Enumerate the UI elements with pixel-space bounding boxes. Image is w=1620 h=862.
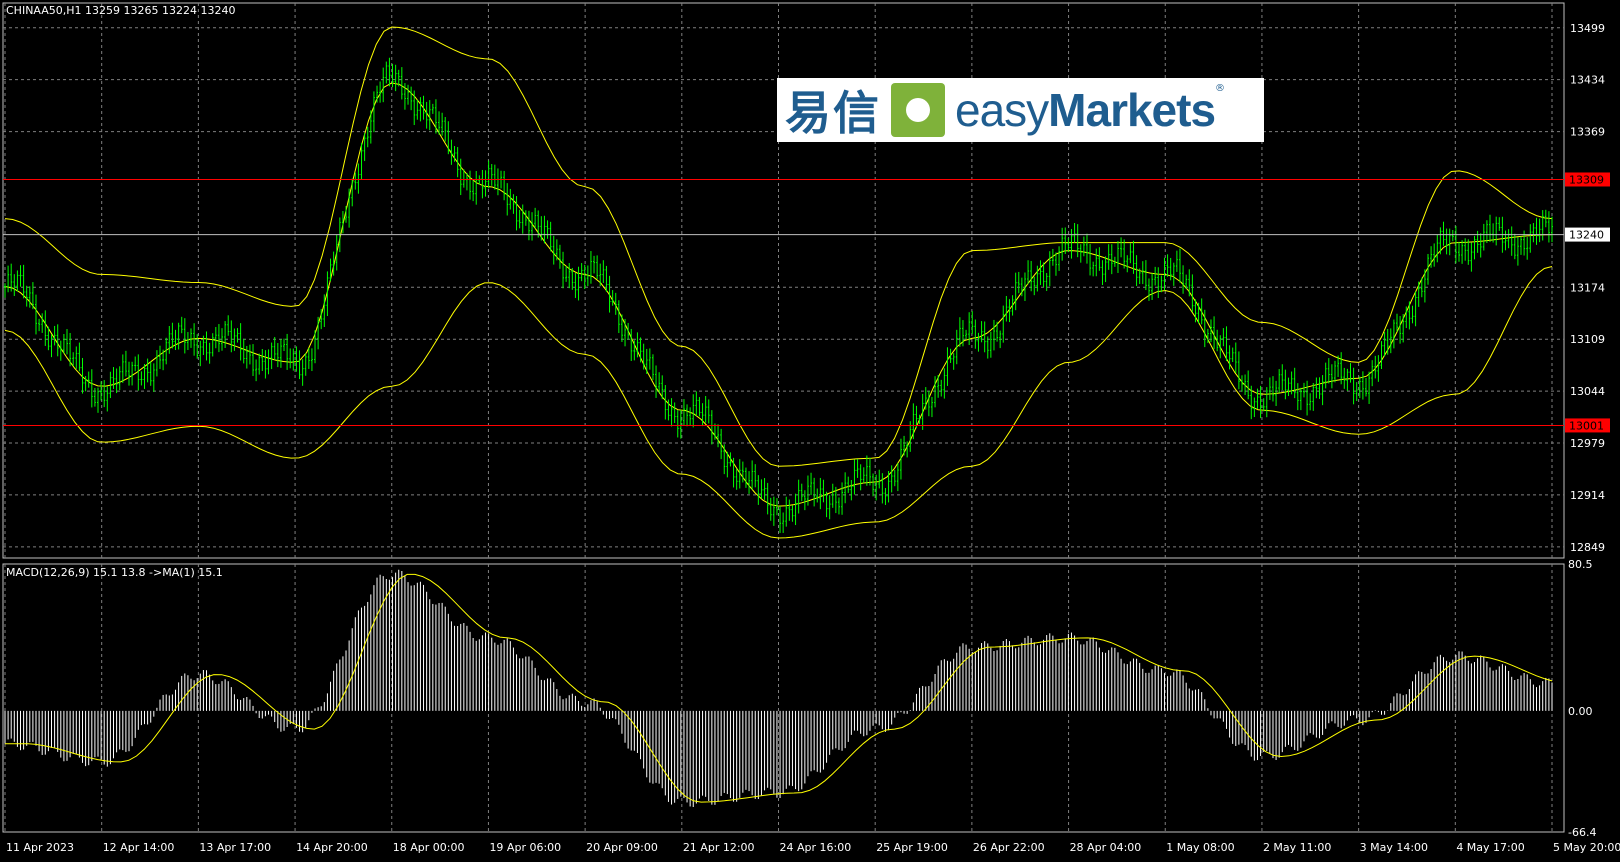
time-tick-label: 21 Apr 12:00 [683, 841, 755, 854]
logo-english-text: easyMarkets® [955, 83, 1225, 137]
price-tick-label: 13174 [1570, 281, 1605, 294]
time-tick-label: 14 Apr 20:00 [296, 841, 368, 854]
symbol-header: CHINAA50,H1 13259 13265 13224 13240 [6, 4, 236, 17]
macd-header: MACD(12,26,9) 15.1 13.8 ->MA(1) 15.1 [6, 566, 223, 579]
price-tick-label: 13499 [1570, 22, 1605, 35]
price-tick-label: 12914 [1570, 489, 1605, 502]
time-tick-label: 5 May 20:00 [1553, 841, 1620, 854]
horizontal-levels [3, 178, 1564, 426]
price-tick-label: 13109 [1570, 333, 1605, 346]
time-tick-label: 12 Apr 14:00 [103, 841, 175, 854]
price-tick-label: 13044 [1570, 385, 1605, 398]
price-tick-label: 13369 [1570, 126, 1605, 139]
macd-indicator [4, 569, 1553, 807]
time-tick-label: 18 Apr 00:00 [393, 841, 465, 854]
time-tick-label: 2 May 11:00 [1263, 841, 1331, 854]
logo-mark-icon [891, 83, 945, 137]
time-tick-label: 24 Apr 16:00 [780, 841, 852, 854]
logo-chinese-text: 易信 [785, 86, 881, 140]
time-tick-label: 11 Apr 2023 [6, 841, 74, 854]
broker-logo: 易信 easyMarkets® [777, 78, 1264, 142]
macd-tick-label: -66.4 [1568, 826, 1596, 839]
macd-tick-label: 80.5 [1568, 558, 1593, 571]
time-tick-label: 13 Apr 17:00 [199, 841, 271, 854]
macd-tick-label: 0.00 [1568, 705, 1593, 718]
logo-easy: easy [955, 84, 1049, 136]
logo-registered: ® [1215, 83, 1225, 94]
axes: 13499 13434 13369 13174 13109 13044 12979 12914… [6, 22, 1620, 854]
time-tick-label: 3 May 14:00 [1360, 841, 1428, 854]
price-tick-label: 13434 [1570, 74, 1605, 87]
current-price-tag: 13240 [1569, 229, 1604, 242]
time-tick-label: 1 May 08:00 [1166, 841, 1234, 854]
time-tick-label: 19 Apr 06:00 [489, 841, 561, 854]
price-tick-label: 12979 [1570, 437, 1605, 450]
chart-window: 13499 13434 13369 13174 13109 13044 12979 12914… [0, 0, 1620, 862]
logo-markets: Markets [1048, 84, 1216, 136]
time-tick-label: 26 Apr 22:00 [973, 841, 1045, 854]
lower-level-tag: 13001 [1569, 419, 1604, 432]
time-tick-label: 25 Apr 19:00 [876, 841, 948, 854]
upper-level-tag: 13309 [1569, 173, 1604, 186]
price-tick-label: 12849 [1570, 541, 1605, 554]
time-tick-label: 4 May 17:00 [1456, 841, 1524, 854]
time-tick-label: 20 Apr 09:00 [586, 841, 658, 854]
time-tick-label: 28 Apr 04:00 [1070, 841, 1142, 854]
